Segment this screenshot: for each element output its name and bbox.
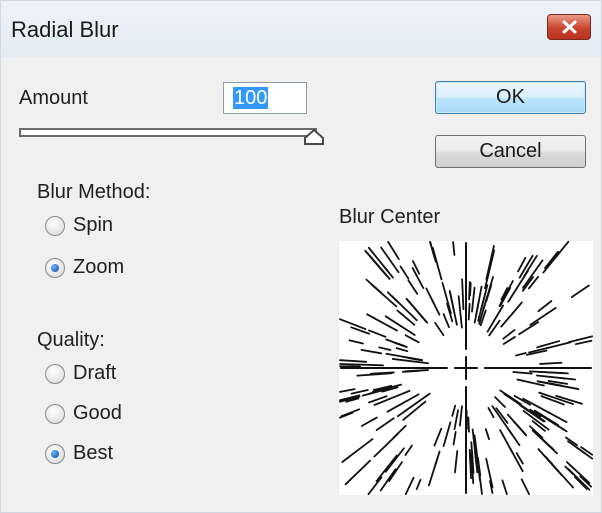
amount-slider-thumb[interactable] — [303, 128, 325, 146]
title-bar[interactable]: Radial Blur — [1, 1, 601, 57]
quality-label: Quality: — [37, 329, 105, 351]
radial-lines-preview[interactable] — [339, 240, 594, 496]
draft-radio-button[interactable] — [45, 364, 65, 384]
draft-label: Draft — [73, 362, 117, 384]
best-radio-button[interactable] — [45, 444, 65, 464]
ok-button[interactable]: OK — [435, 81, 586, 114]
amount-input[interactable]: 100 — [223, 82, 307, 114]
radial-blur-dialog: Radial Blur Amount 100 OK Cancel Blur Me… — [0, 0, 602, 513]
amount-value: 100 — [233, 87, 269, 109]
amount-slider-track[interactable] — [19, 128, 317, 137]
amount-label: Amount — [19, 87, 88, 109]
zoom-radio-button[interactable] — [45, 258, 65, 278]
close-button[interactable] — [547, 14, 591, 40]
spin-radio-button[interactable] — [45, 216, 65, 236]
best-label: Best — [73, 442, 114, 464]
zoom-label: Zoom — [73, 256, 125, 278]
good-label: Good — [73, 402, 122, 424]
good-radio-button[interactable] — [45, 404, 65, 424]
spin-label: Spin — [73, 214, 114, 236]
close-icon — [562, 20, 577, 34]
blur-center-label: Blur Center — [339, 206, 441, 228]
window-title: Radial Blur — [11, 17, 119, 42]
blur-method-label: Blur Method: — [37, 181, 151, 203]
cancel-button[interactable]: Cancel — [435, 135, 586, 168]
blur-center-preview[interactable] — [339, 240, 594, 496]
